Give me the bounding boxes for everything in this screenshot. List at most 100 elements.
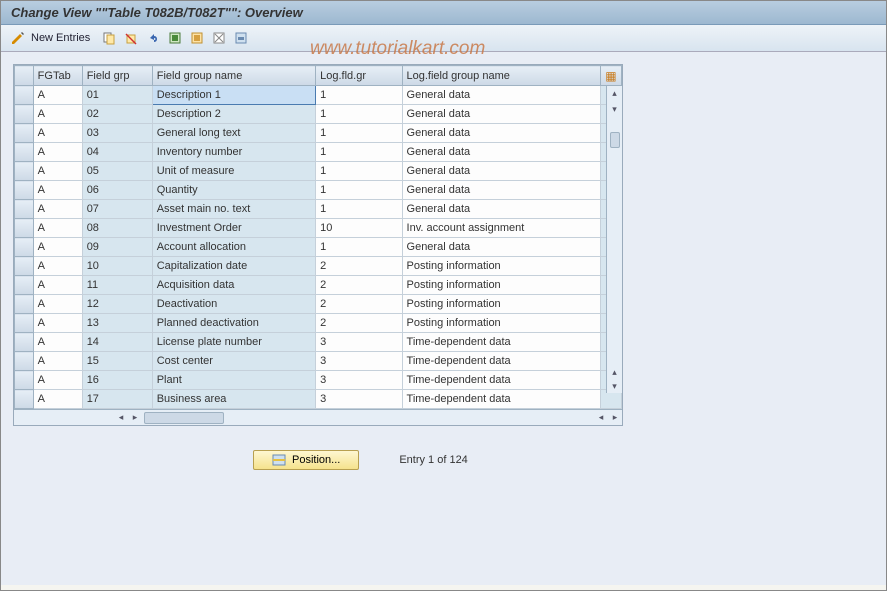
cell-field-grp[interactable]: 07 bbox=[82, 200, 152, 219]
cell-field-grp[interactable]: 02 bbox=[82, 105, 152, 124]
cell-log-field-group-name[interactable]: General data bbox=[402, 238, 600, 257]
cell-field-group-name[interactable]: Planned deactivation bbox=[152, 314, 315, 333]
cell-log-fld-gr[interactable]: 1 bbox=[316, 162, 402, 181]
col-logfldgr-header[interactable]: Log.fld.gr bbox=[316, 66, 402, 86]
cell-log-field-group-name[interactable]: General data bbox=[402, 124, 600, 143]
row-selector[interactable] bbox=[15, 143, 34, 162]
cell-log-field-group-name[interactable]: Time-dependent data bbox=[402, 390, 600, 409]
cell-log-fld-gr[interactable]: 3 bbox=[316, 371, 402, 390]
cell-field-grp[interactable]: 15 bbox=[82, 352, 152, 371]
cell-fgtab[interactable]: A bbox=[33, 333, 82, 352]
cell-field-grp[interactable]: 01 bbox=[82, 86, 152, 105]
row-selector[interactable] bbox=[15, 295, 34, 314]
cell-log-field-group-name[interactable]: Time-dependent data bbox=[402, 371, 600, 390]
cell-fgtab[interactable]: A bbox=[33, 257, 82, 276]
cell-log-field-group-name[interactable]: Posting information bbox=[402, 295, 600, 314]
cell-fgtab[interactable]: A bbox=[33, 276, 82, 295]
cell-field-group-name[interactable]: Business area bbox=[152, 390, 315, 409]
cell-log-fld-gr[interactable]: 2 bbox=[316, 276, 402, 295]
cell-field-grp[interactable]: 12 bbox=[82, 295, 152, 314]
cell-field-group-name[interactable]: Plant bbox=[152, 371, 315, 390]
table-row[interactable]: A04Inventory number1General data bbox=[15, 143, 622, 162]
cell-log-fld-gr[interactable]: 2 bbox=[316, 257, 402, 276]
cell-log-field-group-name[interactable]: Posting information bbox=[402, 276, 600, 295]
cell-fgtab[interactable]: A bbox=[33, 352, 82, 371]
cell-log-fld-gr[interactable]: 1 bbox=[316, 238, 402, 257]
hscroll-track[interactable] bbox=[144, 411, 592, 425]
cell-field-grp[interactable]: 17 bbox=[82, 390, 152, 409]
cell-log-field-group-name[interactable]: Posting information bbox=[402, 257, 600, 276]
row-selector[interactable] bbox=[15, 314, 34, 333]
cell-field-group-name[interactable]: Asset main no. text bbox=[152, 200, 315, 219]
deselect-all-icon[interactable] bbox=[210, 29, 228, 47]
cell-log-fld-gr[interactable]: 3 bbox=[316, 352, 402, 371]
cell-field-group-name[interactable]: Quantity bbox=[152, 181, 315, 200]
cell-field-grp[interactable]: 13 bbox=[82, 314, 152, 333]
cell-log-field-group-name[interactable]: Time-dependent data bbox=[402, 333, 600, 352]
table-row[interactable]: A09Account allocation1General data bbox=[15, 238, 622, 257]
new-entries-button[interactable]: New Entries bbox=[31, 32, 90, 44]
scroll-down-button[interactable]: ▾ bbox=[608, 102, 622, 116]
row-selector[interactable] bbox=[15, 276, 34, 295]
cell-field-grp[interactable]: 09 bbox=[82, 238, 152, 257]
cell-field-group-name[interactable]: License plate number bbox=[152, 333, 315, 352]
cell-log-fld-gr[interactable]: 1 bbox=[316, 86, 402, 105]
cell-field-group-name[interactable]: Description 2 bbox=[152, 105, 315, 124]
cell-log-fld-gr[interactable]: 1 bbox=[316, 181, 402, 200]
table-row[interactable]: A12Deactivation2Posting information bbox=[15, 295, 622, 314]
cell-field-group-name[interactable]: Account allocation bbox=[152, 238, 315, 257]
select-block-icon[interactable] bbox=[188, 29, 206, 47]
cell-log-field-group-name[interactable]: General data bbox=[402, 105, 600, 124]
cell-fgtab[interactable]: A bbox=[33, 238, 82, 257]
cell-fgtab[interactable]: A bbox=[33, 390, 82, 409]
cell-log-field-group-name[interactable]: General data bbox=[402, 200, 600, 219]
vertical-scrollbar[interactable]: ▴ ▾ ▴ ▾ bbox=[606, 86, 622, 393]
cell-field-group-name[interactable]: Investment Order bbox=[152, 219, 315, 238]
cell-log-field-group-name[interactable]: Time-dependent data bbox=[402, 352, 600, 371]
cell-log-fld-gr[interactable]: 1 bbox=[316, 124, 402, 143]
toggle-display-icon[interactable] bbox=[9, 29, 27, 47]
cell-log-fld-gr[interactable]: 1 bbox=[316, 200, 402, 219]
scroll-up2-button[interactable]: ▴ bbox=[608, 365, 622, 379]
cell-field-grp[interactable]: 11 bbox=[82, 276, 152, 295]
table-row[interactable]: A11Acquisition data2Posting information bbox=[15, 276, 622, 295]
row-selector[interactable] bbox=[15, 200, 34, 219]
hscroll-right2-button[interactable]: ▸ bbox=[608, 411, 622, 425]
scroll-down2-button[interactable]: ▾ bbox=[608, 379, 622, 393]
col-logname-header[interactable]: Log.field group name bbox=[402, 66, 600, 86]
cell-field-grp[interactable]: 03 bbox=[82, 124, 152, 143]
cell-field-grp[interactable]: 04 bbox=[82, 143, 152, 162]
row-selector[interactable] bbox=[15, 124, 34, 143]
row-selector[interactable] bbox=[15, 181, 34, 200]
cell-fgtab[interactable]: A bbox=[33, 200, 82, 219]
row-selector[interactable] bbox=[15, 390, 34, 409]
table-row[interactable]: A13Planned deactivation2Posting informat… bbox=[15, 314, 622, 333]
table-row[interactable]: A03General long text1General data bbox=[15, 124, 622, 143]
row-selector[interactable] bbox=[15, 238, 34, 257]
print-icon[interactable] bbox=[232, 29, 250, 47]
horizontal-scrollbar[interactable]: ◂ ▸ ◂ ▸ bbox=[14, 409, 622, 425]
cell-log-fld-gr[interactable]: 2 bbox=[316, 295, 402, 314]
row-selector[interactable] bbox=[15, 257, 34, 276]
table-row[interactable]: A15Cost center3Time-dependent data bbox=[15, 352, 622, 371]
select-all-header[interactable] bbox=[15, 66, 34, 86]
col-fieldgrp-header[interactable]: Field grp bbox=[82, 66, 152, 86]
cell-field-group-name[interactable]: Acquisition data bbox=[152, 276, 315, 295]
cell-field-group-name[interactable]: Inventory number bbox=[152, 143, 315, 162]
cell-field-group-name[interactable]: Capitalization date bbox=[152, 257, 315, 276]
cell-fgtab[interactable]: A bbox=[33, 124, 82, 143]
col-fgname-header[interactable]: Field group name bbox=[152, 66, 315, 86]
cell-log-fld-gr[interactable]: 2 bbox=[316, 314, 402, 333]
table-row[interactable]: A02Description 21General data bbox=[15, 105, 622, 124]
copy-icon[interactable] bbox=[100, 29, 118, 47]
table-row[interactable]: A16Plant3Time-dependent data bbox=[15, 371, 622, 390]
cell-log-field-group-name[interactable]: Inv. account assignment bbox=[402, 219, 600, 238]
scroll-up-button[interactable]: ▴ bbox=[608, 86, 622, 100]
table-row[interactable]: A05Unit of measure1General data bbox=[15, 162, 622, 181]
table-config-button[interactable]: ▦ bbox=[600, 66, 621, 86]
cell-field-group-name[interactable]: Description 1 bbox=[152, 86, 315, 105]
cell-fgtab[interactable]: A bbox=[33, 105, 82, 124]
hscroll-right-button[interactable]: ▸ bbox=[128, 411, 142, 425]
cell-log-fld-gr[interactable]: 3 bbox=[316, 333, 402, 352]
cell-log-fld-gr[interactable]: 10 bbox=[316, 219, 402, 238]
